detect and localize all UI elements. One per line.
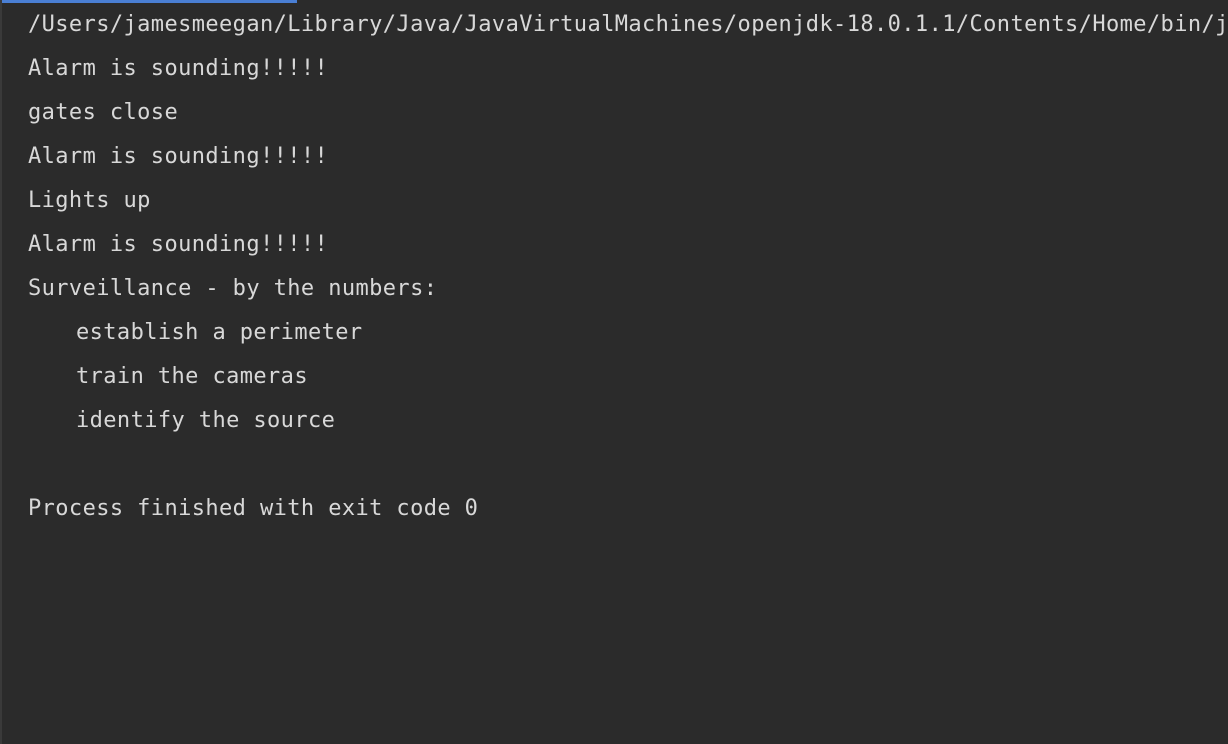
- console-output[interactable]: /Users/jamesmeegan/Library/Java/JavaVirt…: [28, 8, 1228, 536]
- console-line-surveillance: Surveillance - by the numbers:: [28, 276, 438, 301]
- console-line-lights-up: Lights up: [28, 188, 151, 213]
- console-line-perimeter: establish a perimeter: [76, 320, 363, 345]
- console-line-java-path[interactable]: /Users/jamesmeegan/Library/Java/JavaVirt…: [28, 8, 1228, 52]
- console-line-alarm-2: Alarm is sounding!!!!!: [28, 144, 329, 169]
- console-line-source: identify the source: [76, 408, 336, 433]
- console-line-alarm-3: Alarm is sounding!!!!!: [28, 232, 329, 257]
- console-line-alarm-1: Alarm is sounding!!!!!: [28, 56, 329, 81]
- run-console[interactable]: /Users/jamesmeegan/Library/Java/JavaVirt…: [0, 0, 1228, 744]
- console-line-cameras: train the cameras: [76, 364, 308, 389]
- console-line-gates-close: gates close: [28, 100, 179, 125]
- console-line-exit-code: Process finished with exit code 0: [28, 496, 479, 521]
- active-tab-indicator: [2, 0, 297, 3]
